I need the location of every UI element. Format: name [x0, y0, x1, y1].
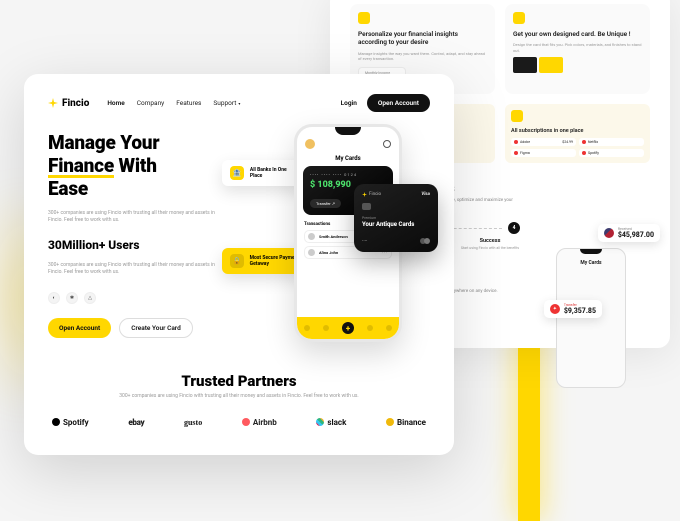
- nav-add-button[interactable]: +: [342, 322, 354, 334]
- page-headline: Manage Your Finance With Ease: [48, 132, 218, 200]
- nav-link-features[interactable]: Features: [176, 99, 201, 107]
- login-link[interactable]: Login: [341, 99, 357, 107]
- transfer-badge: ✦ Transfer $9,357.85: [544, 300, 602, 318]
- received-badge: Received $45,987.00: [598, 224, 660, 242]
- partner-logo-binance: Binance: [386, 418, 426, 427]
- transfer-button[interactable]: Transfer ↗: [310, 199, 341, 208]
- lock-icon: 🔒: [230, 254, 244, 268]
- flag-ca-icon: ✦: [550, 304, 560, 314]
- partners-section: Trusted Partners 300+ companies are usin…: [48, 372, 430, 427]
- subscription-chip: Figma: [511, 149, 576, 157]
- logo-icon: [48, 98, 58, 108]
- subscription-chip: Spotify: [579, 149, 644, 157]
- hero-subtext-2: 300+ companies are using Fincio with tru…: [48, 262, 218, 276]
- users-stat: 30Million+ Users: [48, 238, 218, 252]
- card-icon: [513, 12, 525, 24]
- slack-icon: [316, 418, 324, 426]
- phone-title: My Cards: [297, 155, 399, 162]
- app-icon: [582, 140, 586, 144]
- credit-card-mockup: Fincio Visa Premium Your Antique Cards •…: [354, 184, 438, 252]
- feature-title: Get your own designed card. Be Unique !: [513, 30, 642, 38]
- subscription-chip: Netflix: [579, 138, 644, 146]
- feature-card-subscriptions[interactable]: All subscriptions in one place Adobe$24.…: [505, 104, 650, 163]
- slack-icon: ✱: [66, 292, 78, 304]
- visa-logo: Visa: [421, 192, 430, 197]
- create-card-cta[interactable]: Create Your Card: [119, 318, 193, 338]
- app-icon: [582, 151, 586, 155]
- card-number: •••• •••• •••• 0124: [310, 172, 386, 177]
- shape-icon: △: [84, 292, 96, 304]
- open-account-cta[interactable]: Open Account: [48, 318, 111, 338]
- nav-link-company[interactable]: Company: [137, 99, 165, 107]
- phone-nav-bar: +: [297, 317, 399, 339]
- partner-logo-airbnb: Airbnb: [242, 418, 277, 427]
- app-icon: [514, 140, 518, 144]
- stack-icon: [511, 110, 523, 122]
- partner-logo-gusto: gusto: [184, 418, 202, 427]
- flag-us-icon: [604, 228, 614, 238]
- brand-logo[interactable]: Fincio: [48, 98, 89, 109]
- bank-icon: 🏦: [230, 166, 244, 180]
- press-logos: ◐ ✱ △: [48, 292, 218, 304]
- hero-page: Fincio Home Company Features Support▾ Login…: [24, 74, 454, 455]
- top-nav: Fincio Home Company Features Support▾ Login…: [48, 94, 430, 112]
- nav-home-icon[interactable]: [304, 325, 310, 331]
- partners-title: Trusted Partners: [48, 372, 430, 390]
- avatar: [308, 233, 315, 240]
- partner-logo-slack: slack: [316, 418, 346, 427]
- nav-wallet-icon[interactable]: [323, 325, 329, 331]
- avatar: [308, 249, 315, 256]
- nav-link-support[interactable]: Support▾: [213, 99, 240, 107]
- nav-stats-icon[interactable]: [367, 325, 373, 331]
- hero-subtext: 300+ companies are using Fincio with tru…: [48, 210, 218, 224]
- feature-card-design[interactable]: Get your own designed card. Be Unique ! …: [505, 4, 650, 94]
- partner-logo-spotify: Spotify: [52, 418, 89, 427]
- gear-icon[interactable]: [383, 140, 391, 148]
- nav-profile-icon[interactable]: [386, 325, 392, 331]
- feature-title: Personalize your financial insights acco…: [358, 30, 487, 47]
- dribbble-icon: ◐: [48, 292, 60, 304]
- app-icon: [514, 151, 518, 155]
- step-4-dot[interactable]: 4: [508, 222, 520, 234]
- cards-preview: [513, 57, 642, 73]
- feature-desc: Design the card that fits you. Pick colo…: [513, 42, 642, 52]
- phone-mockup: My Cards: [556, 248, 626, 388]
- binance-icon: [386, 418, 394, 426]
- partner-logo-ebay: ebay: [128, 418, 144, 427]
- subscription-chip: Adobe$24.99: [511, 138, 576, 146]
- partners-subtitle: 300+ companies are using Fincio with tru…: [119, 393, 359, 400]
- airbnb-icon: [242, 418, 250, 426]
- avatar: [305, 139, 315, 149]
- card-chip-icon: [362, 203, 371, 210]
- open-account-button[interactable]: Open Account: [367, 94, 430, 112]
- nav-link-home[interactable]: Home: [107, 99, 124, 107]
- spotify-icon: [52, 418, 60, 426]
- chevron-down-icon: ▾: [238, 101, 240, 106]
- mastercard-icon: [420, 238, 430, 244]
- feature-desc: Manage insights the way you want them. C…: [358, 51, 487, 61]
- chart-icon: [358, 12, 370, 24]
